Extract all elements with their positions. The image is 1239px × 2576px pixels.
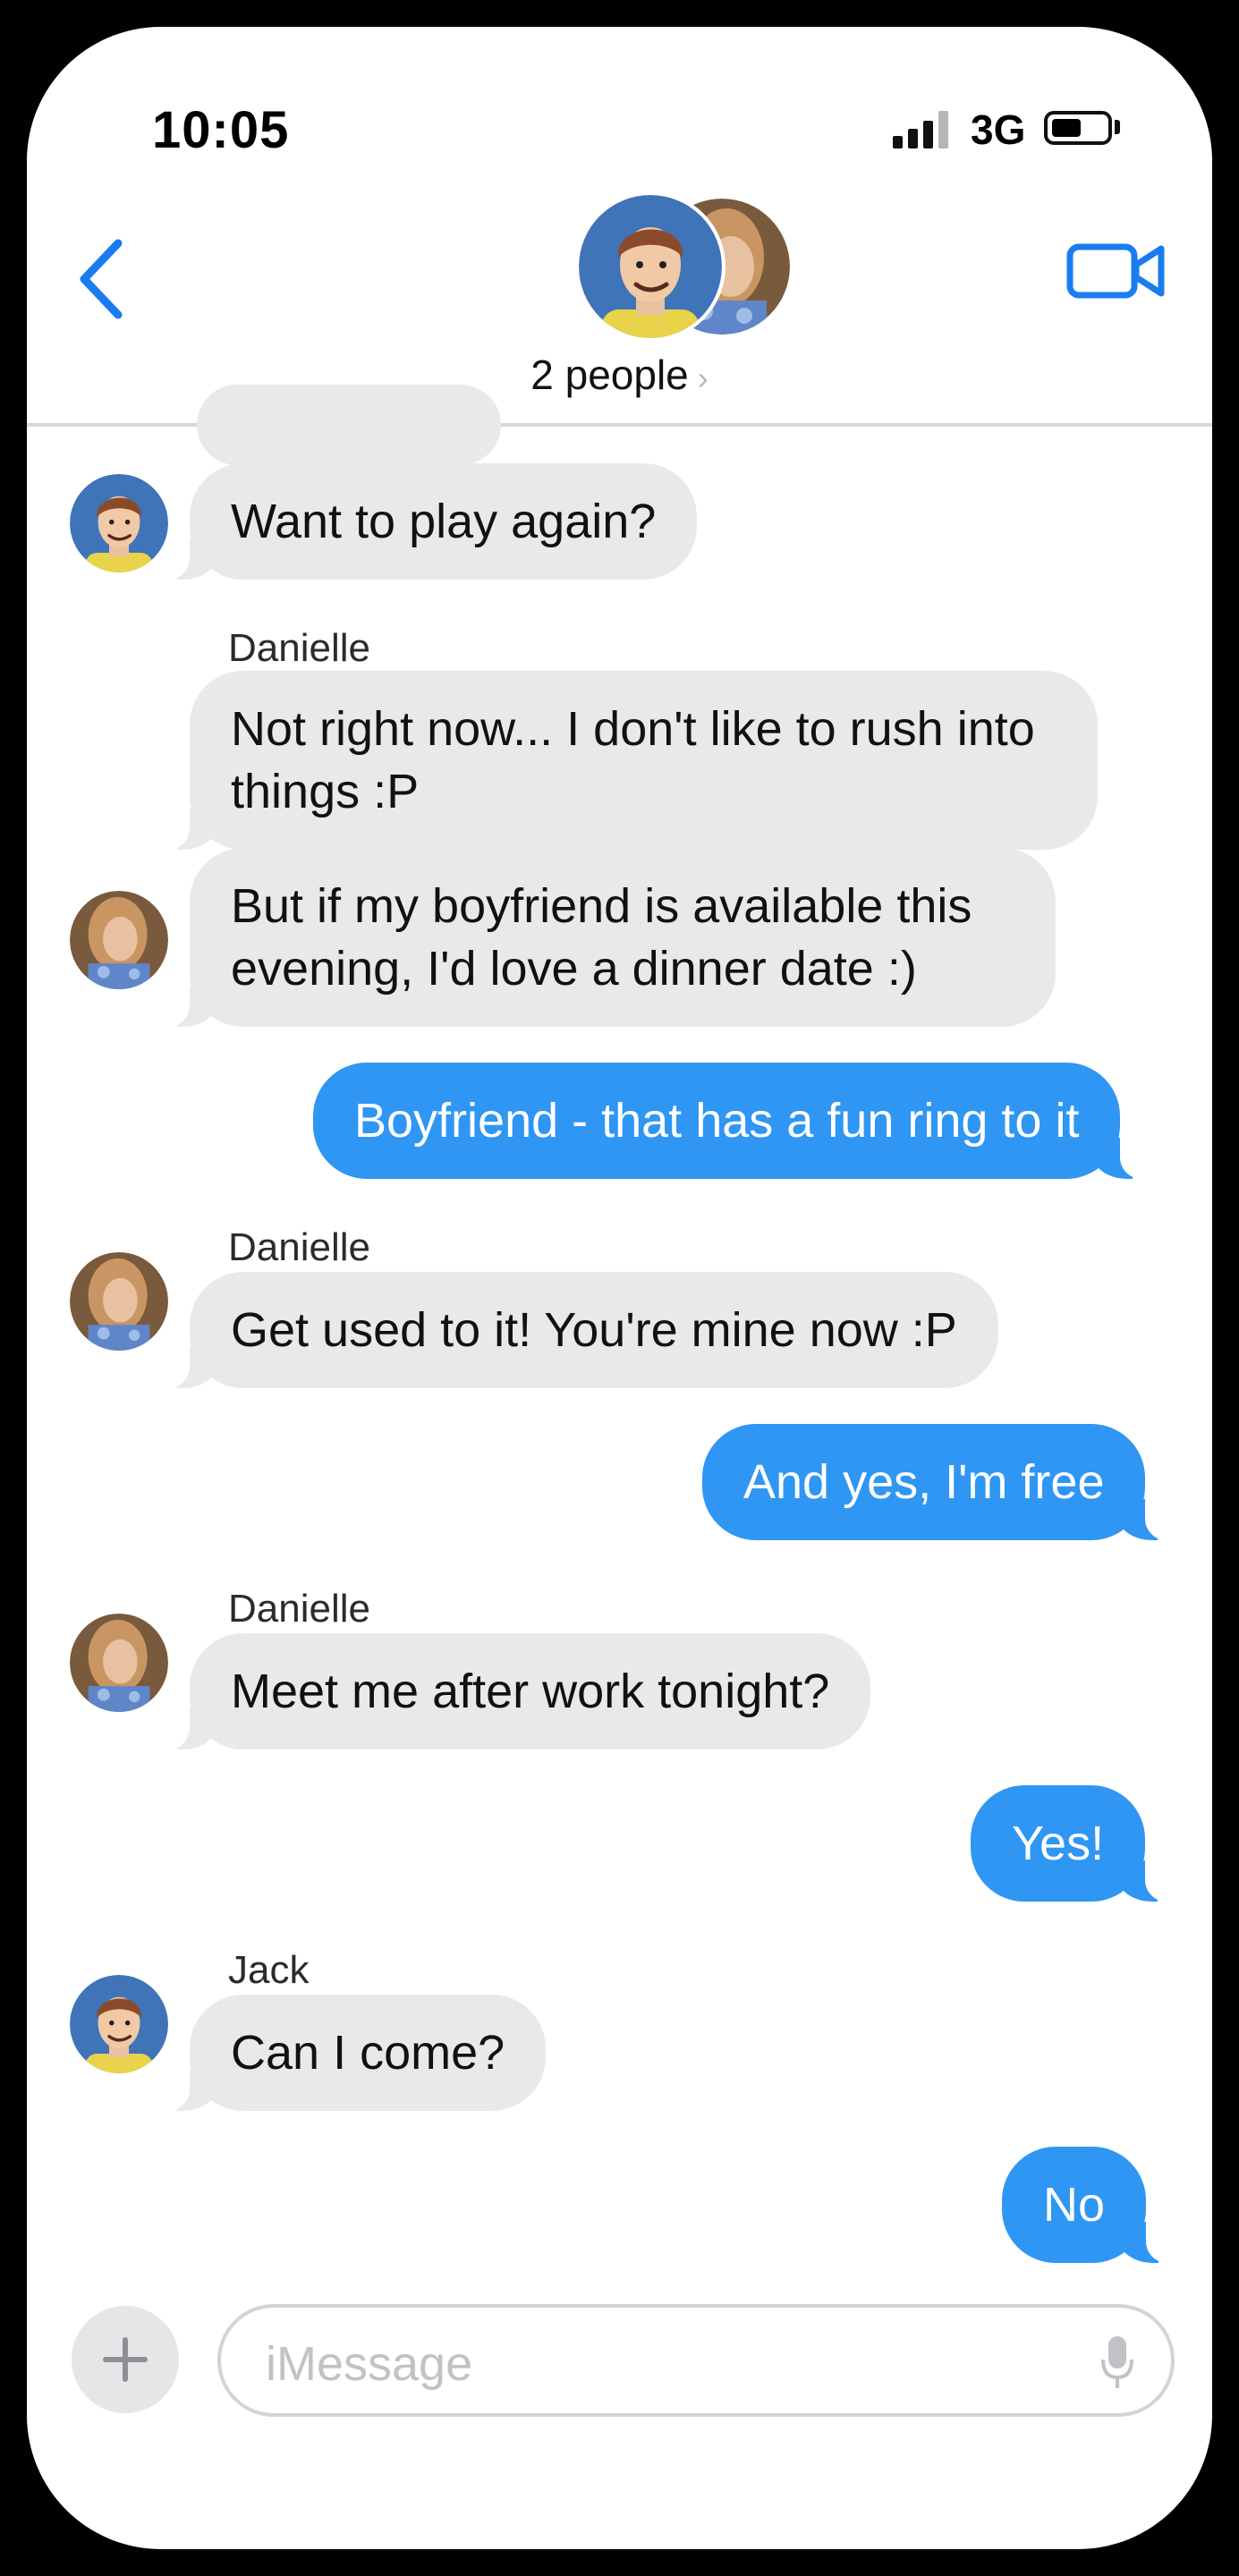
- chevron-right-icon: ›: [697, 360, 709, 396]
- message-bubble-incoming[interactable]: Want to play again?: [165, 463, 698, 580]
- message-bubble-outgoing[interactable]: And yes, I'm free: [702, 1424, 1169, 1540]
- sender-name: Danielle: [228, 626, 370, 670]
- sender-name: Jack: [228, 1948, 310, 1992]
- status-time: 10:05: [152, 101, 290, 159]
- danielle-avatar: [70, 891, 168, 989]
- group-avatar[interactable]: [575, 191, 793, 342]
- sender-name: Danielle: [228, 1587, 370, 1631]
- add-attachment-button[interactable]: [72, 2306, 179, 2413]
- message-bubble-incoming[interactable]: Meet me after work tonight?: [165, 1633, 871, 1750]
- message-bubble-outgoing[interactable]: Boyfriend - that has a fun ring to it: [313, 1063, 1144, 1179]
- jack-avatar: [70, 1975, 168, 2073]
- jack-avatar: [579, 195, 722, 338]
- message-input-placeholder: iMessage: [266, 2337, 473, 2391]
- jack-avatar: [70, 474, 168, 572]
- message-bubble-outgoing[interactable]: No: [1002, 2147, 1170, 2263]
- microphone-icon[interactable]: [1099, 2333, 1135, 2392]
- cellular-signal-icon: [893, 109, 955, 148]
- group-info-button[interactable]: 2 people ›: [27, 351, 1212, 399]
- battery-tip: [1115, 120, 1120, 134]
- battery-icon: [1044, 111, 1112, 145]
- message-input[interactable]: iMessage: [217, 2304, 1175, 2417]
- facetime-button[interactable]: [1065, 224, 1172, 313]
- back-button[interactable]: [63, 215, 134, 331]
- danielle-avatar: [70, 1614, 168, 1712]
- partial-previous-bubble: [197, 385, 501, 465]
- message-bubble-incoming[interactable]: Can I come?: [165, 1995, 547, 2111]
- network-type: 3G: [971, 106, 1026, 153]
- phone-frame: 10:05 3G 2 people › Want to play again? …: [0, 0, 1239, 2576]
- message-bubble-incoming[interactable]: But if my boyfriend is available this ev…: [166, 848, 1056, 1027]
- danielle-avatar: [70, 1252, 168, 1351]
- plus-icon: [103, 2337, 148, 2382]
- message-bubble-incoming[interactable]: Get used to it! You're mine now :P: [166, 1272, 998, 1388]
- chevron-left-icon: [80, 239, 123, 319]
- screen: 10:05 3G 2 people › Want to play again? …: [27, 27, 1212, 2549]
- sender-name: Danielle: [228, 1225, 370, 1269]
- video-camera-icon: [1066, 243, 1165, 299]
- battery-level: [1052, 119, 1081, 137]
- group-label: 2 people: [530, 352, 689, 398]
- message-bubble-outgoing[interactable]: Yes!: [971, 1785, 1169, 1902]
- message-bubble-incoming[interactable]: Not right now... I don't like to rush in…: [166, 671, 1098, 850]
